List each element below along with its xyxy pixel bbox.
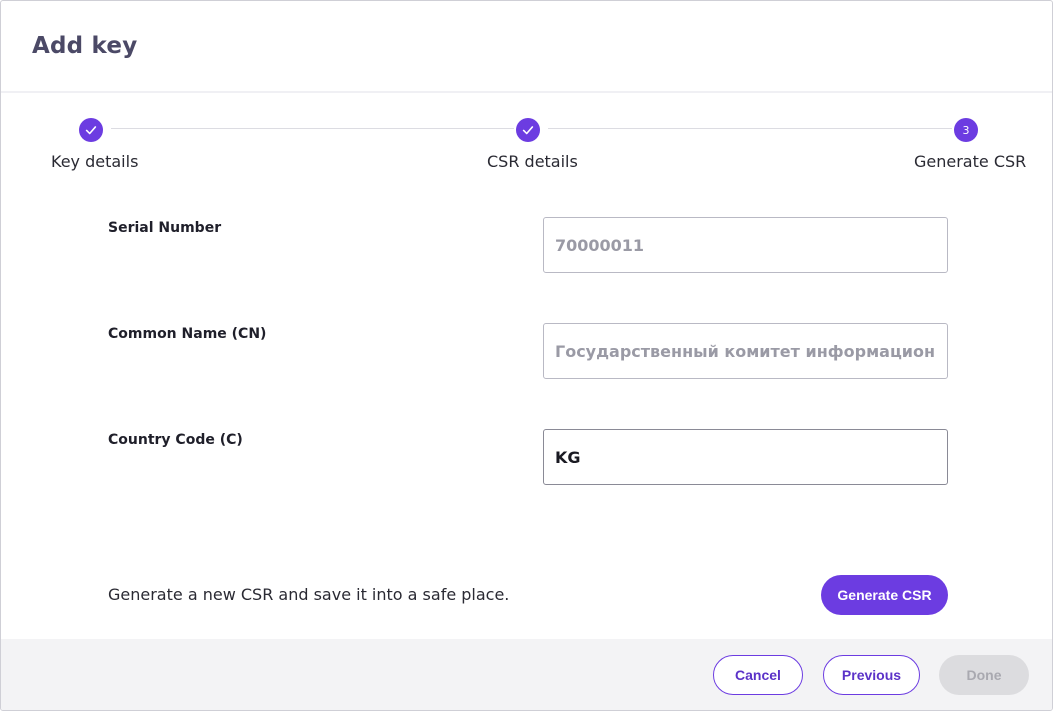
step-2-label: CSR details bbox=[487, 152, 578, 171]
previous-button[interactable]: Previous bbox=[823, 655, 920, 695]
serial-number-input bbox=[543, 217, 948, 273]
step-2-check-icon bbox=[516, 118, 540, 142]
step-connector bbox=[548, 128, 952, 129]
done-button[interactable]: Done bbox=[939, 655, 1029, 695]
common-name-input bbox=[543, 323, 948, 379]
serial-number-label: Serial Number bbox=[108, 220, 222, 236]
check-icon bbox=[522, 126, 534, 135]
dialog-header: Add key bbox=[1, 1, 1052, 93]
stepper: Key details CSR details 3 Generate CSR bbox=[1, 113, 1052, 183]
step-connector bbox=[111, 128, 514, 129]
step-1-label: Key details bbox=[51, 152, 139, 171]
country-code-label: Country Code (C) bbox=[108, 432, 243, 448]
generate-csr-hint: Generate a new CSR and save it into a sa… bbox=[108, 585, 510, 604]
step-3-number: 3 bbox=[954, 118, 978, 142]
step-1-check-icon bbox=[79, 118, 103, 142]
add-key-dialog: Add key Key details CSR details 3 Genera… bbox=[0, 0, 1053, 711]
generate-csr-button[interactable]: Generate CSR bbox=[821, 575, 948, 615]
country-code-input[interactable] bbox=[543, 429, 948, 485]
dialog-footer: Cancel Previous Done bbox=[1, 639, 1052, 710]
step-3-label: Generate CSR bbox=[914, 152, 1027, 171]
dialog-title: Add key bbox=[32, 33, 138, 59]
common-name-label: Common Name (CN) bbox=[108, 326, 267, 342]
check-icon bbox=[85, 126, 97, 135]
cancel-button[interactable]: Cancel bbox=[713, 655, 803, 695]
